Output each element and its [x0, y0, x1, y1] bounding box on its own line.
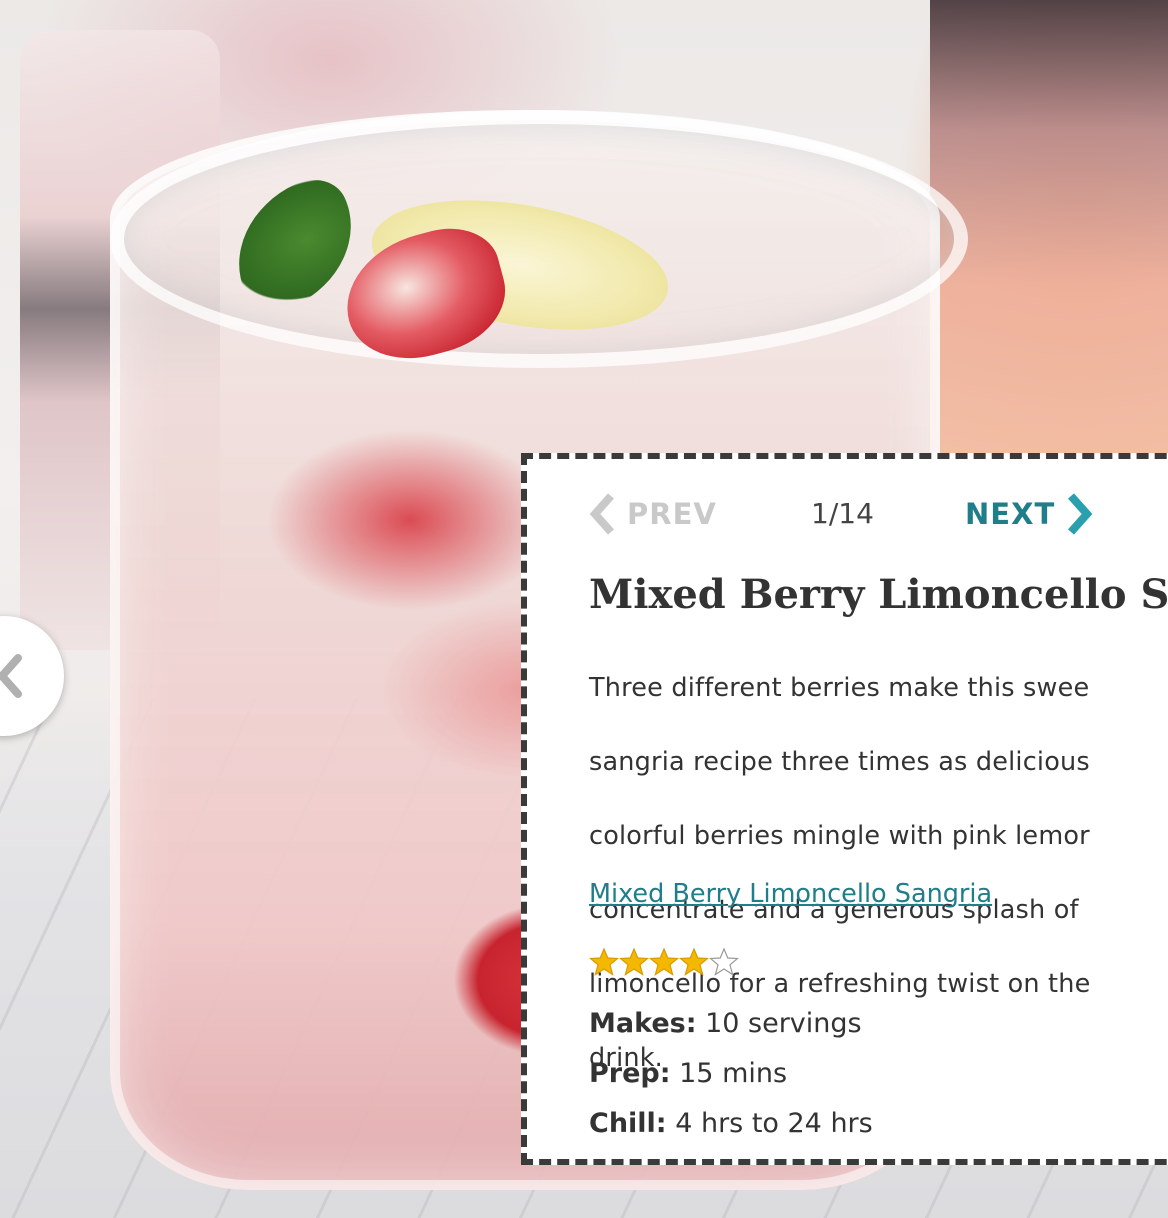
fact-value: 15 mins — [670, 1058, 788, 1089]
fact-label: Prep: — [589, 1058, 671, 1089]
star-filled-icon — [589, 947, 619, 976]
fact-chill: Chill: 4 hrs to 24 hrs — [589, 1099, 873, 1149]
next-label: NEXT — [965, 497, 1056, 531]
next-button[interactable]: NEXT — [965, 489, 1093, 539]
prev-button[interactable]: PREV — [589, 489, 717, 539]
star-filled-icon — [679, 947, 709, 976]
recipe-facts: Makes: 10 servings Prep: 15 mins Chill: … — [589, 999, 873, 1149]
chevron-left-icon — [589, 493, 614, 535]
chevron-right-icon — [1068, 493, 1093, 535]
fact-value: 10 servings — [696, 1008, 862, 1039]
star-filled-icon — [649, 947, 679, 976]
fact-prep: Prep: 15 mins — [589, 1049, 873, 1099]
fact-label: Chill: — [589, 1108, 667, 1139]
pager: PREV 1/14 NEXT — [589, 489, 1168, 539]
fact-label: Makes: — [589, 1008, 697, 1039]
description-line: colorful berries mingle with pink lemor — [589, 821, 1090, 851]
rating-stars — [589, 947, 739, 977]
recipe-link[interactable]: Mixed Berry Limoncello Sangria — [589, 879, 992, 909]
photo-right-glass — [930, 0, 1168, 520]
slide-counter: 1/14 — [811, 497, 874, 530]
description-line: sangria recipe three times as delicious — [589, 747, 1090, 777]
fact-value: 4 hrs to 24 hrs — [666, 1108, 873, 1139]
prev-label: PREV — [627, 497, 717, 531]
description-line: Three different berries make this swee — [589, 673, 1090, 703]
fact-makes: Makes: 10 servings — [589, 999, 873, 1049]
star-filled-icon — [619, 947, 649, 976]
recipe-card: PREV 1/14 NEXT Mixed Berry Limoncello S … — [521, 453, 1168, 1165]
chevron-left-icon — [0, 654, 22, 698]
star-empty-icon — [709, 947, 739, 976]
recipe-title: Mixed Berry Limoncello S — [589, 571, 1168, 618]
